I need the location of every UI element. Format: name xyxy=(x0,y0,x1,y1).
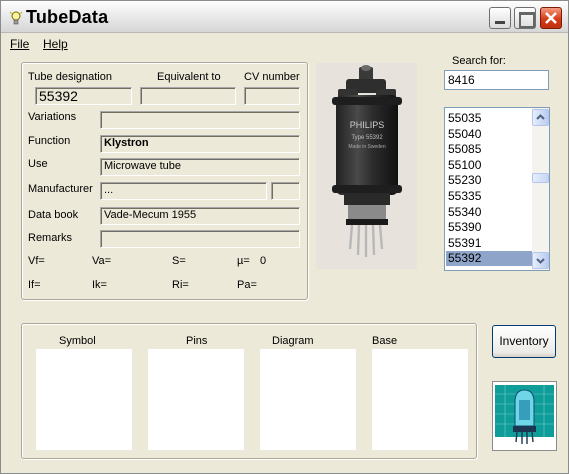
close-icon xyxy=(545,12,557,24)
list-item[interactable]: 55035 xyxy=(446,111,532,126)
tube-logo-icon xyxy=(493,382,556,450)
tube-designation-label: Tube designation xyxy=(28,71,112,83)
param-mu-value: 0 xyxy=(260,255,267,267)
tube-list[interactable]: 55035 55040 55085 55100 55230 55335 55340 55390… xyxy=(444,107,550,271)
scroll-down-button[interactable] xyxy=(532,252,549,269)
photo-origin: Made in Sweden xyxy=(348,144,385,150)
cv-number-label: CV number xyxy=(244,71,300,83)
chevron-down-icon xyxy=(536,258,545,264)
manufacturer-label: Manufacturer xyxy=(28,183,93,195)
databook-label: Data book xyxy=(28,209,79,221)
search-input[interactable]: 8416 xyxy=(444,70,549,90)
equivalent-label: Equivalent to xyxy=(157,71,221,83)
pins-panel xyxy=(148,349,244,450)
remarks-field[interactable] xyxy=(100,230,300,248)
param-if: If= xyxy=(28,279,41,291)
scroll-thumb[interactable] xyxy=(532,173,549,183)
list-item[interactable]: 55340 xyxy=(446,205,532,220)
variations-label: Variations xyxy=(28,111,77,123)
photo-brand: PHILIPS xyxy=(350,120,385,130)
cv-number-field[interactable] xyxy=(244,87,300,105)
variations-field[interactable] xyxy=(100,111,300,129)
symbol-panel xyxy=(36,349,132,450)
tube-photo: PHILIPS Type 55392 Made in Sweden xyxy=(316,63,417,269)
diagram-panel xyxy=(260,349,356,450)
menu-file[interactable]: File xyxy=(10,37,29,51)
close-button[interactable] xyxy=(540,7,562,29)
window-title: TubeData xyxy=(26,7,109,27)
remarks-label: Remarks xyxy=(28,232,73,244)
diagram-label: Diagram xyxy=(272,335,314,347)
menu-help[interactable]: Help xyxy=(43,37,68,51)
title-bar[interactable]: TubeData xyxy=(1,1,568,33)
maximize-button[interactable] xyxy=(514,7,536,29)
list-item[interactable]: 55085 xyxy=(446,142,532,157)
param-vf: Vf= xyxy=(28,255,45,267)
manufacturer-field[interactable]: ... xyxy=(100,182,267,200)
param-s: S= xyxy=(172,255,186,267)
list-item[interactable]: 55100 xyxy=(446,158,532,173)
list-item[interactable]: 55040 xyxy=(446,127,532,142)
symbol-label: Symbol xyxy=(59,335,96,347)
pins-label: Pins xyxy=(186,335,208,347)
param-mu: µ= xyxy=(237,255,250,267)
list-item[interactable]: 55335 xyxy=(446,189,532,204)
param-ri: Ri= xyxy=(172,279,189,291)
app-logo xyxy=(492,381,557,451)
search-label: Search for: xyxy=(452,55,506,67)
manufacturer-code-field[interactable] xyxy=(271,182,300,200)
param-pa: Pa= xyxy=(237,279,257,291)
photo-type: Type 55392 xyxy=(351,135,383,141)
base-label: Base xyxy=(372,335,398,347)
function-field[interactable]: Klystron xyxy=(100,135,300,153)
tube-illustration: PHILIPS Type 55392 Made in Sweden xyxy=(316,63,417,269)
param-ik: Ik= xyxy=(92,279,107,291)
function-label: Function xyxy=(28,135,71,147)
list-item[interactable]: 55390 xyxy=(446,220,532,235)
minimize-button[interactable] xyxy=(489,7,511,29)
scroll-up-button[interactable] xyxy=(532,109,549,126)
list-item[interactable]: 55230 xyxy=(446,173,532,188)
param-va: Va= xyxy=(92,255,112,267)
tube-designation-field[interactable]: 55392 xyxy=(35,87,132,105)
base-panel xyxy=(372,349,468,450)
list-item[interactable]: 55392 xyxy=(446,251,532,267)
use-field[interactable]: Microwave tube xyxy=(100,158,300,176)
menu-bar: File Help xyxy=(1,34,568,54)
chevron-up-icon xyxy=(536,114,545,120)
app-window: TubeData File Help Tube designation Equi… xyxy=(0,0,569,474)
list-item[interactable]: 55391 xyxy=(446,236,532,251)
equivalent-field[interactable] xyxy=(140,87,236,105)
use-label: Use xyxy=(28,158,48,170)
lightbulb-icon xyxy=(9,11,23,25)
list-scrollbar[interactable] xyxy=(532,108,549,270)
inventory-button[interactable]: Inventory xyxy=(492,325,556,358)
databook-field[interactable]: Vade-Mecum 1955 xyxy=(100,207,300,225)
